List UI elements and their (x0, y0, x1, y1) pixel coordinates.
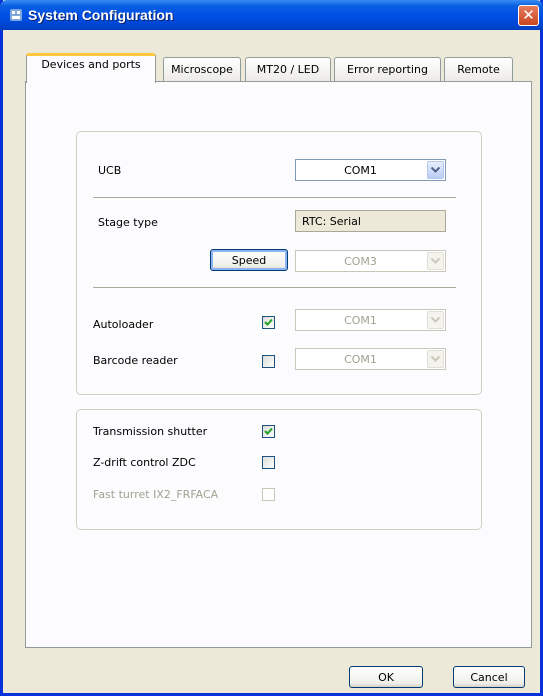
autoloader-port-select: COM1 (295, 309, 446, 331)
barcode-reader-label: Barcode reader (93, 354, 178, 367)
tab-devices-and-ports[interactable]: Devices and ports (26, 53, 156, 83)
autoloader-port-value: COM1 (344, 314, 377, 327)
title-bar[interactable]: System Configuration ✕ (0, 0, 543, 30)
ok-button[interactable]: OK (349, 666, 423, 688)
barcode-port-value: COM1 (344, 353, 377, 366)
fast-turret-checkbox (262, 488, 275, 501)
ucb-port-select[interactable]: COM1 (295, 159, 446, 181)
zdc-label: Z-drift control ZDC (93, 456, 196, 469)
check-icon (264, 318, 273, 326)
check-icon (264, 427, 273, 435)
separator (93, 197, 456, 198)
barcode-reader-checkbox[interactable] (262, 355, 275, 368)
system-configuration-window: System Configuration ✕ Devices and ports… (0, 0, 543, 696)
speed-port-select: COM3 (295, 250, 446, 272)
close-icon: ✕ (522, 6, 535, 24)
autoloader-checkbox[interactable] (262, 316, 275, 329)
tab-mt20-led[interactable]: MT20 / LED (245, 57, 331, 81)
ucb-label: UCB (98, 164, 122, 177)
zdc-checkbox[interactable] (262, 456, 275, 469)
close-window-button[interactable]: ✕ (518, 5, 539, 26)
stage-type-label: Stage type (98, 216, 158, 229)
separator (93, 287, 456, 288)
transmission-shutter-checkbox[interactable] (262, 425, 275, 438)
chevron-down-icon (427, 252, 444, 270)
speed-port-value: COM3 (344, 255, 377, 268)
speed-button[interactable]: Speed (210, 249, 288, 271)
app-icon (10, 9, 22, 21)
window-title: System Configuration (28, 7, 174, 23)
ucb-port-value: COM1 (344, 164, 377, 177)
fast-turret-label: Fast turret IX2_FRFACA (93, 488, 219, 501)
autoloader-label: Autoloader (93, 318, 154, 331)
chevron-down-icon (427, 311, 444, 329)
barcode-port-select: COM1 (295, 348, 446, 370)
chevron-down-icon (427, 350, 444, 368)
tab-error-reporting[interactable]: Error reporting (334, 57, 441, 81)
tab-remote[interactable]: Remote (444, 57, 513, 81)
transmission-shutter-label: Transmission shutter (93, 425, 208, 438)
tab-microscope[interactable]: Microscope (163, 57, 241, 81)
chevron-down-icon[interactable] (427, 161, 444, 179)
cancel-button[interactable]: Cancel (453, 666, 525, 688)
stage-type-value: RTC: Serial (295, 210, 446, 232)
